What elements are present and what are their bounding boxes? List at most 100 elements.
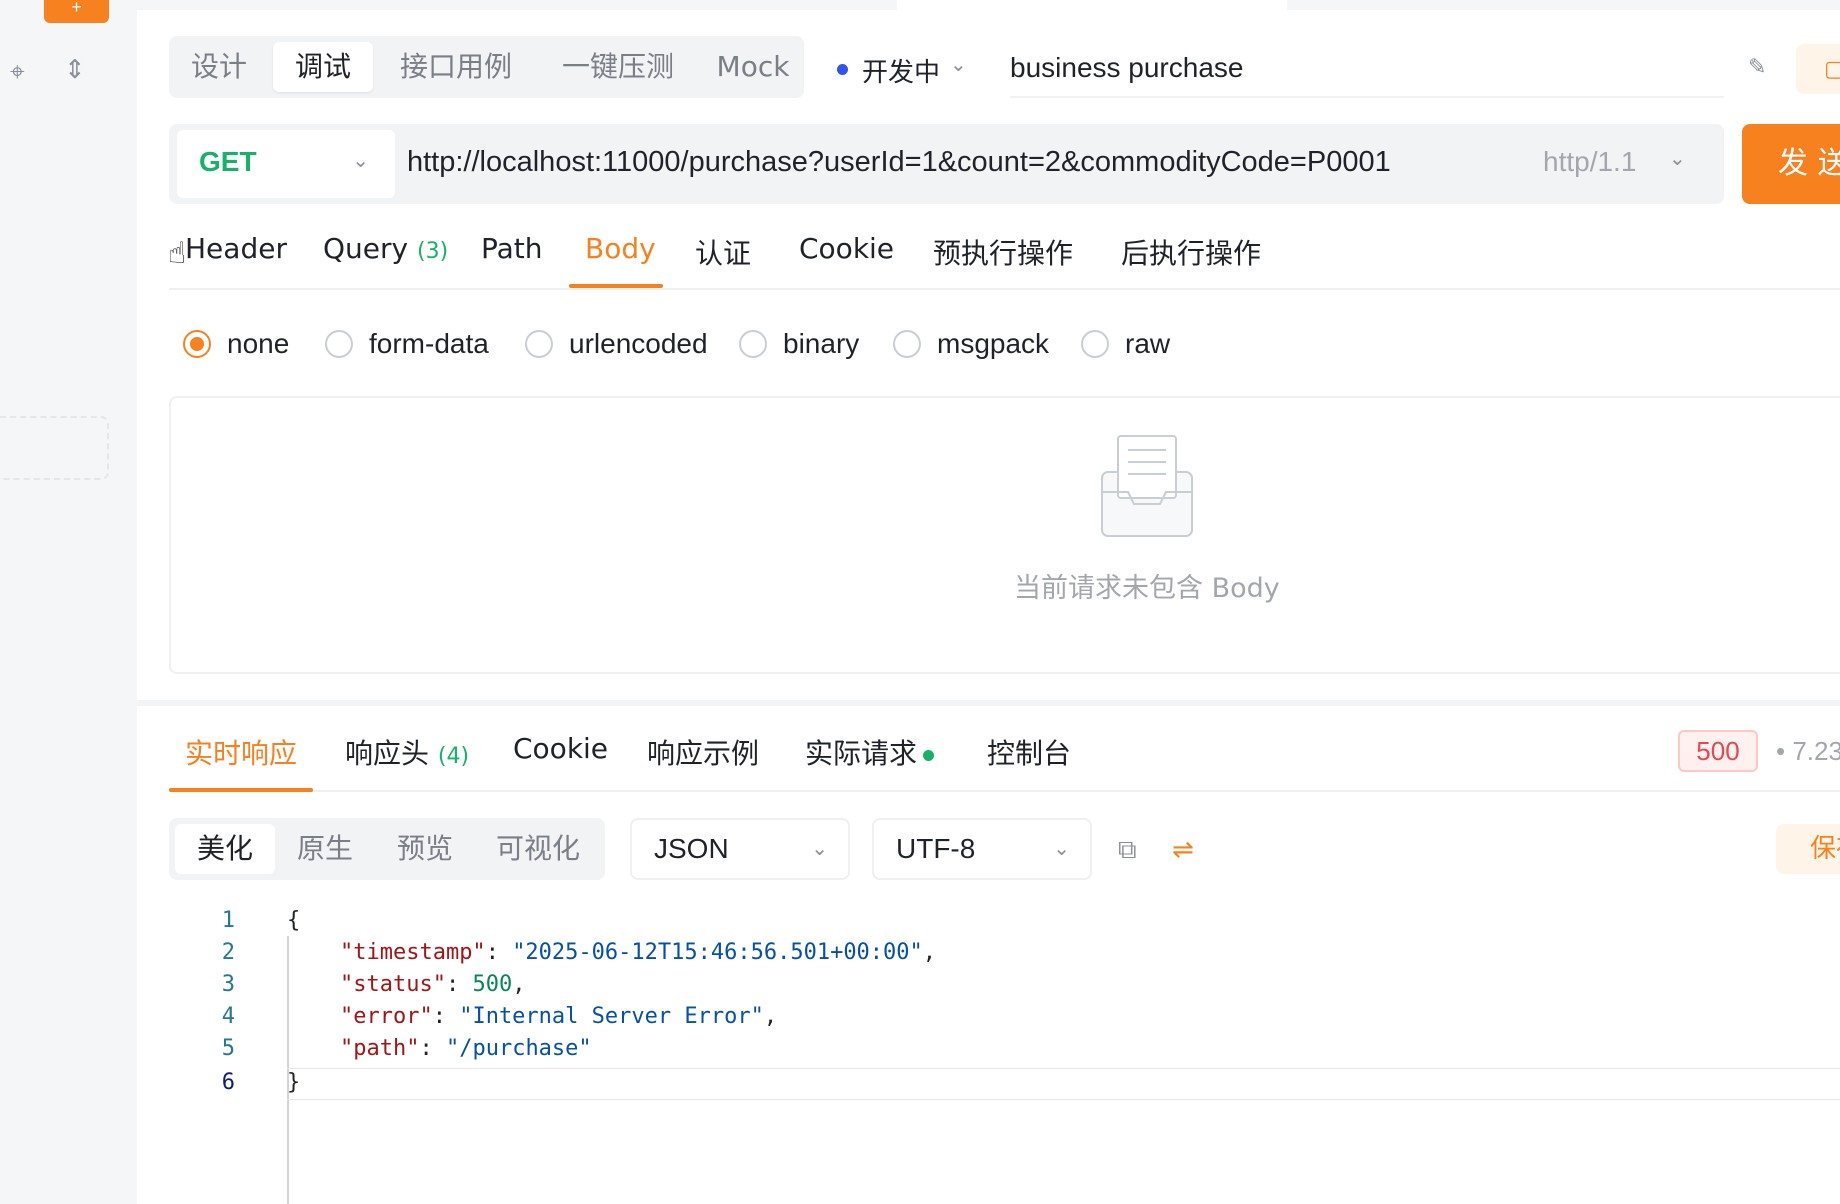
tab-label: 认证 [695, 237, 752, 270]
radio-urlencoded[interactable]: urlencoded [525, 328, 708, 360]
url-input[interactable]: http://localhost:11000/purchase?userId=1… [407, 146, 1391, 179]
radio-label: urlencoded [569, 328, 708, 359]
tab-query[interactable]: Query (3) [323, 232, 448, 265]
save-button[interactable]: 保存 [1776, 824, 1840, 874]
format-select[interactable]: JSON ⌄ [630, 818, 850, 880]
tab-label: Query [323, 232, 409, 265]
tab-label: 实时响应 [185, 737, 298, 770]
tab-count: (3) [417, 239, 449, 264]
tab-label: 后执行操作 [1121, 237, 1262, 270]
method-select[interactable]: GET ⌄ [177, 130, 395, 198]
radio-raw[interactable]: raw [1081, 328, 1170, 360]
tab-label: 控制台 [987, 737, 1072, 770]
tab-test-cases[interactable]: 接口用例 [383, 42, 529, 92]
line-number: 5 [221, 1036, 235, 1061]
radio-circle [183, 330, 211, 358]
expand-collapse-icon[interactable]: ⇕ [64, 54, 86, 85]
radio-label: none [227, 328, 290, 359]
chevron-down-icon[interactable]: ⌄ [1669, 146, 1686, 171]
radio-msgpack[interactable]: msgpack [893, 328, 1049, 360]
copy-icon[interactable]: ⧉ [1118, 834, 1137, 866]
active-tab-indicator [569, 284, 663, 288]
empty-inbox-icon [1101, 435, 1193, 537]
locate-icon[interactable]: ⌖ [10, 56, 25, 88]
edit-icon[interactable]: ✎ [1748, 54, 1766, 80]
current-line-highlight [287, 1068, 1840, 1100]
environment-select[interactable]: 开发中 [862, 52, 940, 89]
json-key: "path" [339, 1036, 420, 1061]
radio-circle [893, 330, 921, 358]
hand-cursor-icon: ☝ [168, 237, 187, 270]
response-code-editor[interactable]: 1 2 3 4 5 6 { "timestamp": "2025-06-12T1… [169, 906, 1840, 1204]
tab-design[interactable]: 设计 [169, 42, 269, 92]
tab-cookie[interactable]: Cookie [799, 232, 894, 265]
radio-form-data[interactable]: form-data [325, 328, 489, 360]
save-top-button[interactable]: ▢ [1796, 44, 1840, 94]
line-number: 2 [221, 940, 235, 965]
api-name-input[interactable]: business purchase [1010, 44, 1724, 98]
tab-console[interactable]: 控制台 [987, 732, 1071, 772]
tab-visualize[interactable]: 可视化 [475, 824, 601, 874]
active-tab-indicator [169, 788, 313, 792]
view-tabs: 美化 原生 预览 可视化 [169, 818, 605, 880]
radio-circle [739, 330, 767, 358]
code-line: } [287, 1070, 300, 1095]
brace: } [287, 1070, 301, 1095]
url-bar: GET ⌄ http://localhost:11000/purchase?us… [169, 124, 1724, 204]
empty-body-message: 当前请求未包含 Body [1014, 573, 1280, 604]
chevron-down-icon[interactable]: ⌄ [950, 52, 967, 77]
radio-label: raw [1125, 328, 1171, 359]
json-value: 500 [472, 972, 513, 997]
line-number: 1 [221, 908, 235, 933]
wrap-lines-icon[interactable]: ⇌ [1172, 834, 1194, 865]
json-key: "error" [339, 1004, 433, 1029]
status-dot [923, 749, 935, 761]
tab-response-cookie[interactable]: Cookie [513, 732, 608, 765]
tab-label: Cookie [799, 232, 895, 265]
tab-response-headers[interactable]: 响应头 (4) [345, 732, 469, 772]
tab-raw[interactable]: 原生 [275, 824, 375, 874]
tab-preview[interactable]: 预览 [375, 824, 475, 874]
tab-mock[interactable]: Mock [705, 42, 801, 92]
chevron-down-icon: ⌄ [811, 838, 828, 860]
tab-response-examples[interactable]: 响应示例 [647, 732, 759, 772]
tab-label: Cookie [513, 732, 609, 765]
tab-post-script[interactable]: 后执行操作 [1121, 232, 1261, 272]
tab-auth[interactable]: 认证 [695, 232, 751, 272]
radio-binary[interactable]: binary [739, 328, 859, 360]
tab-path[interactable]: Path [481, 232, 543, 265]
json-key: "status" [339, 972, 446, 997]
sidebar-dropzone [0, 416, 109, 480]
body-panel [169, 396, 1840, 674]
json-value: "2025-06-12T15:46:56.501+00:00" [512, 940, 923, 965]
chevron-down-icon: ⌄ [352, 150, 369, 172]
http-version-select[interactable]: http/1.1 [1543, 146, 1636, 178]
encoding-select[interactable]: UTF-8 ⌄ [872, 818, 1092, 880]
status-badge: 500 [1678, 730, 1758, 772]
tab-debug[interactable]: 调试 [273, 42, 373, 92]
code-line: { [287, 908, 300, 933]
tab-pre-script[interactable]: 预执行操作 [933, 232, 1073, 272]
tab-label: Path [481, 232, 543, 265]
line-number: 4 [221, 1004, 235, 1029]
radio-label: msgpack [937, 328, 1050, 359]
mode-tabs: 设计 调试 接口用例 一键压测 Mock [169, 36, 804, 98]
tab-label: 预执行操作 [933, 237, 1074, 270]
tab-actual-request[interactable]: 实际请求 [805, 732, 935, 772]
radio-label: form-data [369, 328, 489, 359]
tab-live-response[interactable]: 实时响应 [185, 732, 297, 772]
send-button[interactable]: 发 送 [1742, 124, 1840, 204]
tab-pretty[interactable]: 美化 [175, 824, 275, 874]
json-value: "Internal Server Error" [459, 1004, 764, 1029]
tab-body[interactable]: Body [585, 232, 656, 265]
tab-count: (4) [437, 744, 470, 769]
panel-divider[interactable] [137, 700, 1840, 706]
radio-none[interactable]: none [183, 328, 289, 360]
tab-header[interactable]: Header [185, 232, 287, 265]
request-tabs: Header Query (3) Path Body 认证 Cookie 预执行… [169, 226, 1840, 290]
json-value: "/purchase" [445, 1036, 592, 1061]
tab-stress-test[interactable]: 一键压测 [539, 42, 697, 92]
brace: { [287, 908, 301, 933]
separator-dot: • [1776, 736, 1793, 766]
add-button[interactable]: + [44, 0, 109, 23]
